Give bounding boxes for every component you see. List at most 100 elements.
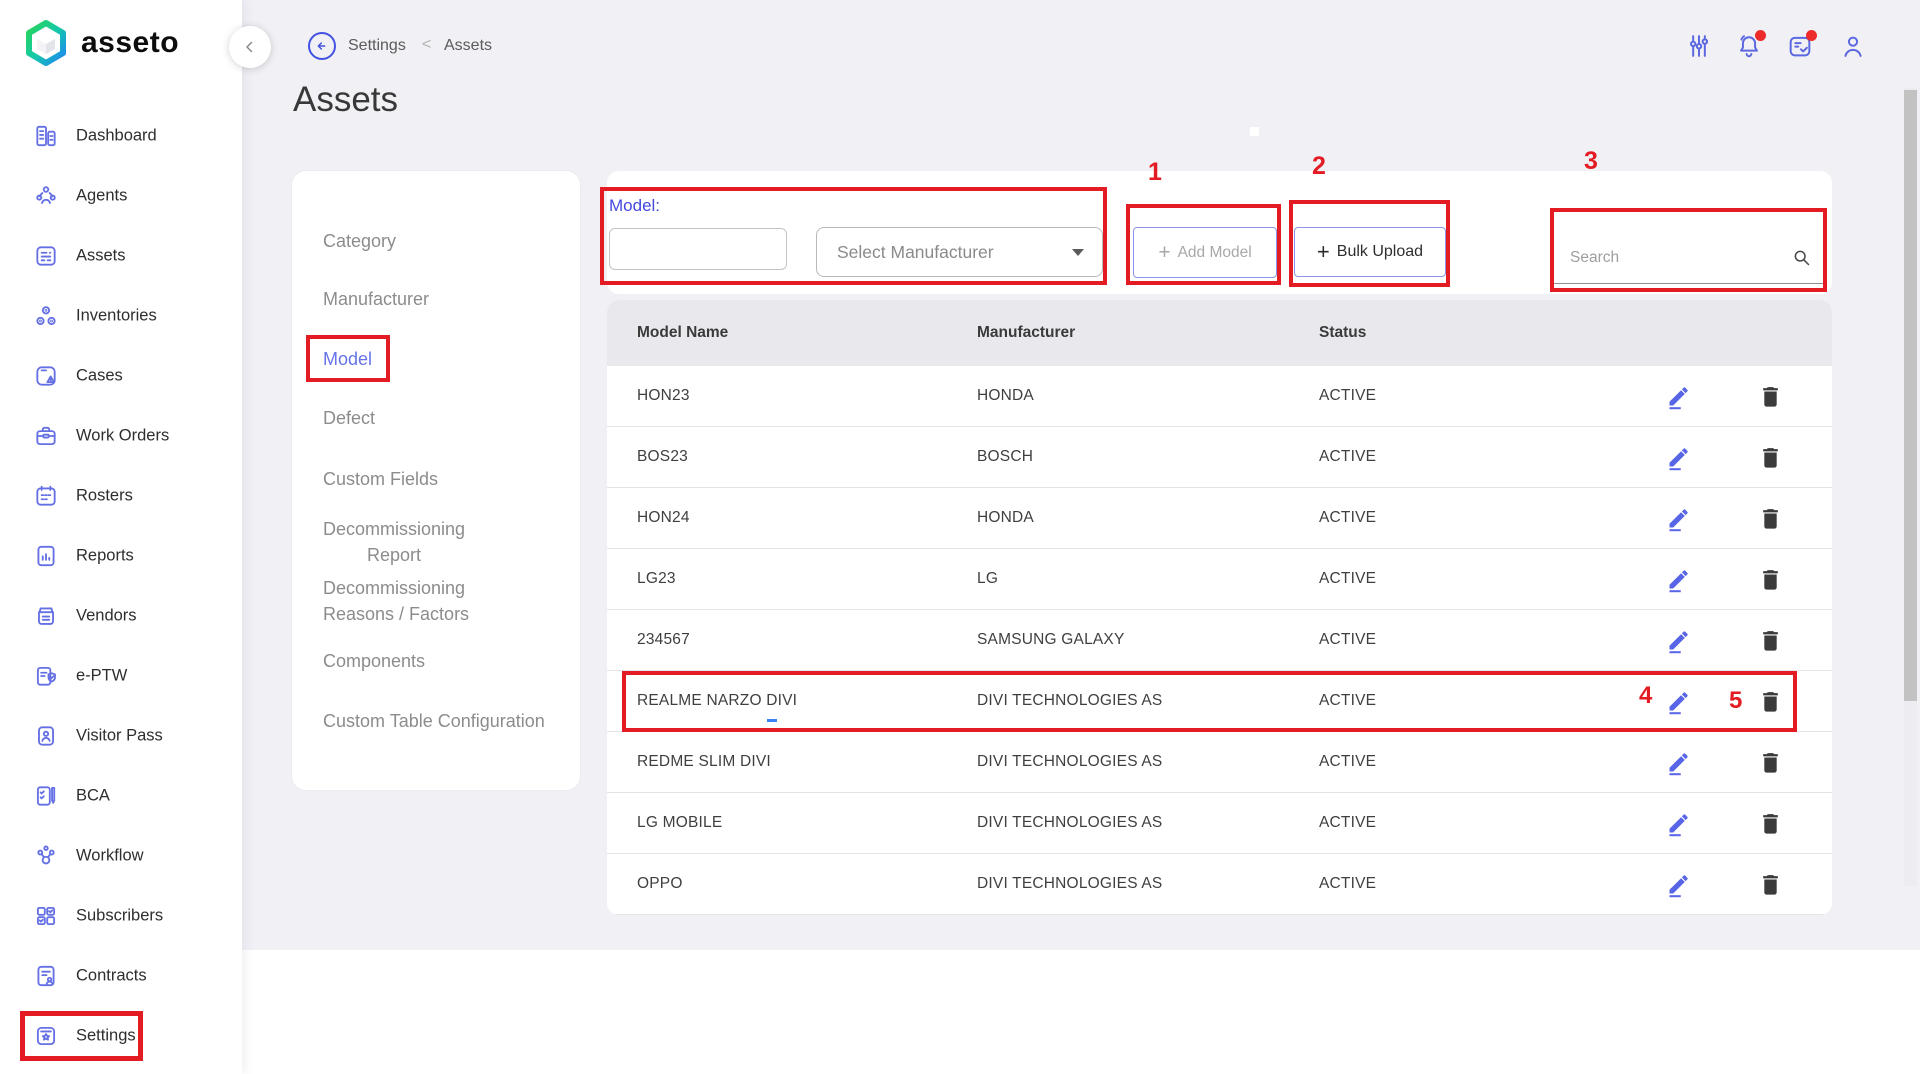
cell-manufacturer: BOSCH — [977, 427, 1307, 487]
sidebar-item-subscribers[interactable]: Subscribers — [0, 886, 242, 946]
subnav-item-custom-fields[interactable]: Custom Fields — [323, 466, 438, 492]
settings-subnav: Category Manufacturer Model Defect Custom Fi… — [292, 171, 580, 790]
annotation-number-1: 1 — [1148, 158, 1162, 187]
subnav-item-model[interactable]: Model — [323, 346, 372, 372]
cell-status: ACTIVE — [1319, 427, 1519, 487]
sidebar-item-workflow[interactable]: Workflow — [0, 826, 242, 886]
column-status: Status — [1319, 300, 1519, 366]
subnav-item-manufacturer[interactable]: Manufacturer — [323, 286, 429, 312]
sidebar-item-label: Rosters — [76, 487, 133, 506]
delete-icon[interactable] — [1757, 627, 1784, 654]
work-orders-icon — [33, 423, 59, 449]
sidebar-item-reports[interactable]: Reports — [0, 526, 242, 586]
cell-manufacturer: DIVI TECHNOLOGIES AS — [977, 732, 1307, 792]
sidebar-item-bca[interactable]: BCA — [0, 766, 242, 826]
edit-icon[interactable] — [1665, 505, 1692, 532]
cell-manufacturer: HONDA — [977, 488, 1307, 548]
cursor-artifact — [1250, 127, 1259, 136]
edit-icon[interactable] — [1665, 383, 1692, 410]
delete-icon[interactable] — [1757, 871, 1784, 898]
edit-icon[interactable] — [1665, 749, 1692, 776]
subnav-item-components[interactable]: Components — [323, 648, 425, 674]
table-row: LG23LGACTIVE — [607, 549, 1832, 610]
sidebar-item-label: Subscribers — [76, 907, 163, 926]
model-name-input[interactable] — [609, 228, 787, 270]
breadcrumb-assets[interactable]: Assets — [444, 37, 492, 55]
delete-icon[interactable] — [1757, 383, 1784, 410]
workflow-icon — [33, 843, 59, 869]
chevron-down-icon — [1072, 249, 1084, 256]
breadcrumb-settings[interactable]: Settings — [348, 37, 406, 55]
add-model-button[interactable]: + Add Model — [1133, 227, 1277, 278]
delete-icon[interactable] — [1757, 688, 1784, 715]
edit-icon[interactable] — [1665, 688, 1692, 715]
subnav-item-custom-table-configuration[interactable]: Custom Table Configuration — [323, 708, 545, 734]
edit-icon[interactable] — [1665, 444, 1692, 471]
delete-icon[interactable] — [1757, 810, 1784, 837]
delete-icon[interactable] — [1757, 749, 1784, 776]
bulk-upload-button[interactable]: + Bulk Upload — [1294, 227, 1446, 277]
edit-icon[interactable] — [1665, 871, 1692, 898]
delete-icon[interactable] — [1757, 444, 1784, 471]
back-button[interactable] — [308, 32, 336, 60]
breadcrumb-separator: < — [422, 36, 431, 54]
sidebar-item-inventories[interactable]: Inventories — [0, 286, 242, 346]
cell-model-name: LG23 — [637, 549, 967, 609]
sidebar-item-assets[interactable]: Assets — [0, 226, 242, 286]
sidebar-collapse-button[interactable] — [229, 26, 271, 68]
scrollbar-thumb[interactable] — [1904, 90, 1917, 701]
cell-status: ACTIVE — [1319, 854, 1519, 914]
sidebar-item-work-orders[interactable]: Work Orders — [0, 406, 242, 466]
cell-status: ACTIVE — [1319, 549, 1519, 609]
sidebar-item-cases[interactable]: Cases — [0, 346, 242, 406]
manufacturer-select[interactable]: Select Manufacturer — [816, 227, 1103, 277]
cell-model-name: HON24 — [637, 488, 967, 548]
edit-icon[interactable] — [1665, 810, 1692, 837]
dashboard-icon — [33, 123, 59, 149]
delete-icon[interactable] — [1757, 566, 1784, 593]
search-input[interactable] — [1568, 248, 1791, 268]
artifact-blue-dash — [767, 719, 777, 722]
search-field — [1554, 232, 1824, 284]
cell-status: ACTIVE — [1319, 610, 1519, 670]
sidebar-item-agents[interactable]: Agents — [0, 166, 242, 226]
model-filter-label: Model: — [609, 196, 660, 216]
search-icon[interactable] — [1791, 247, 1812, 268]
filter-sliders-icon[interactable] — [1685, 32, 1713, 60]
table-row: HON24HONDAACTIVE — [607, 488, 1832, 549]
cell-model-name: OPPO — [637, 854, 967, 914]
sidebar-item-e-ptw[interactable]: e-PTW — [0, 646, 242, 706]
reports-icon — [33, 543, 59, 569]
subnav-item-decommissioning-report[interactable]: Decommissioning Report — [323, 516, 509, 568]
sidebar-item-label: Assets — [76, 247, 126, 266]
brand-name: asseto — [81, 26, 179, 60]
annotation-number-4: 4 — [1639, 682, 1652, 710]
subnav-item-category[interactable]: Category — [323, 228, 396, 254]
sidebar: asseto DashboardAgents Assets Inventories C… — [0, 0, 242, 1074]
page-title: Assets — [293, 80, 398, 120]
vendors-icon — [33, 603, 59, 629]
annotation-number-3: 3 — [1584, 147, 1598, 176]
sidebar-item-rosters[interactable]: Rosters — [0, 466, 242, 526]
cell-model-name: HON23 — [637, 366, 967, 426]
sidebar-item-label: e-PTW — [76, 667, 127, 686]
sidebar-item-label: Cases — [76, 367, 123, 386]
subnav-item-defect[interactable]: Defect — [323, 405, 375, 431]
cell-manufacturer: DIVI TECHNOLOGIES AS — [977, 671, 1307, 731]
sidebar-item-settings[interactable]: Settings — [0, 1006, 242, 1066]
table-row: LG MOBILEDIVI TECHNOLOGIES ASACTIVE — [607, 793, 1832, 854]
user-profile-icon[interactable] — [1839, 32, 1867, 60]
cell-model-name: REALME NARZO DIVI — [637, 671, 967, 731]
cell-model-name: LG MOBILE — [637, 793, 967, 853]
task-check-icon[interactable] — [1786, 32, 1814, 60]
sidebar-item-vendors[interactable]: Vendors — [0, 586, 242, 646]
sidebar-item-contracts[interactable]: Contracts — [0, 946, 242, 1006]
edit-icon[interactable] — [1665, 566, 1692, 593]
subnav-item-decommissioning-reasons-factors[interactable]: Decommissioning Reasons / Factors — [323, 575, 509, 627]
sidebar-item-label: BCA — [76, 787, 110, 806]
delete-icon[interactable] — [1757, 505, 1784, 532]
sidebar-item-dashboard[interactable]: Dashboard — [0, 106, 242, 166]
edit-icon[interactable] — [1665, 627, 1692, 654]
notifications-bell-icon[interactable] — [1735, 32, 1763, 60]
sidebar-item-visitor-pass[interactable]: Visitor Pass — [0, 706, 242, 766]
